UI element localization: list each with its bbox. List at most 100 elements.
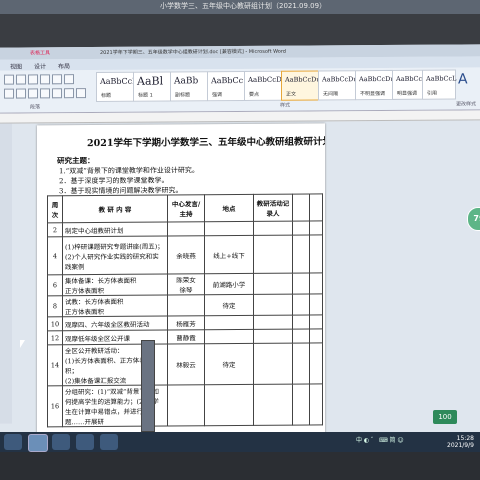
cell-recorder — [253, 315, 293, 330]
cell-place: 待定 — [204, 343, 254, 385]
style-name: 副标题 — [175, 92, 191, 99]
header-recorder: 教研活动记录人 — [253, 194, 293, 222]
align-left-icon[interactable] — [4, 88, 14, 99]
clock-date: 2021/9/9 — [447, 442, 474, 449]
cell-week: 14 — [47, 344, 63, 386]
document-page[interactable]: 2021学年下学期小学数学三、五年级中心教研组教研计划 研究主题： 1.“双减”… — [37, 123, 325, 446]
cell-extra — [309, 328, 323, 344]
justify-icon[interactable] — [40, 88, 50, 99]
cell-week: 6 — [47, 274, 63, 296]
horizontal-ruler — [0, 110, 480, 124]
screen: 小学数学三、五年级中心教研组计划（2021.09.09） 表格工具 2021学年… — [0, 0, 480, 480]
style-subtle-emphasis[interactable]: AaBbCcDu 不明显强调 — [355, 69, 395, 101]
system-tray[interactable]: 中 ◐ ゛ ⌨ 简 ☺ — [356, 435, 404, 444]
decrease-indent-icon[interactable] — [40, 74, 50, 85]
taskbar-browser-icon[interactable] — [52, 434, 70, 450]
style-sample: AaBbCcL — [426, 74, 457, 83]
cell-recorder — [253, 273, 293, 295]
cell-extra — [292, 294, 310, 316]
clock: 15:28 2021/9/9 — [447, 435, 474, 449]
style-name: 正文 — [286, 91, 297, 98]
style-strong[interactable]: AaBbCcD 要点 — [244, 70, 282, 101]
style-sample: AaBl — [137, 74, 164, 88]
cell-recorder — [253, 384, 293, 426]
sort-icon[interactable] — [64, 74, 74, 85]
cell-place — [204, 384, 254, 426]
cell-content: 集体备课：长方体表面积 正方体表面积 — [62, 274, 168, 296]
style-normal[interactable]: AaBbCcDu 正文 — [281, 70, 321, 101]
numbering-icon[interactable] — [16, 74, 26, 85]
cell-week: 12 — [47, 330, 63, 345]
cell-place: 待定 — [204, 294, 254, 316]
style-name: 要点 — [249, 91, 260, 98]
start-button-icon[interactable] — [4, 434, 22, 450]
shading-icon[interactable] — [64, 88, 74, 99]
style-name: 不明显强调 — [360, 90, 386, 98]
plan-table[interactable]: 周次 教 研 内 容 中心发言/主持 地点 教研活动记录人 2 制定中心组教研计… — [47, 193, 323, 427]
cell-recorder — [253, 294, 293, 316]
style-sample: AaBbCcDu — [285, 75, 321, 84]
paragraph-group-label: 段落 — [30, 104, 41, 111]
taskbar-app-icon[interactable] — [100, 434, 118, 450]
cell-extra — [292, 384, 310, 426]
word-window: 表格工具 2021学年下学期三、五年级数学中心组教研计划.doc [兼容模式] … — [0, 44, 480, 480]
ribbon: 段落 AaBbCcI 标题 AaBl 标题 1 AaBb 副标题 AaBbCc 强调 A… — [0, 67, 480, 114]
taskbar: 中 ◐ ゛ ⌨ 简 ☺ 15:28 2021/9/9 — [0, 432, 480, 452]
floating-counter-badge[interactable]: 79 — [467, 207, 480, 231]
tab-view[interactable]: 视图 — [10, 62, 22, 71]
header-host: 中心发言/主持 — [167, 194, 205, 223]
cell-host: 杨雁芳 — [167, 315, 205, 331]
cell-extra — [309, 272, 323, 295]
line-spacing-icon[interactable] — [52, 88, 62, 99]
tab-design[interactable]: 设计 — [34, 61, 46, 70]
cell-extra — [292, 329, 310, 344]
zoom-badge: 100 — [433, 410, 457, 424]
cell-place — [204, 221, 254, 236]
borders-icon[interactable] — [76, 88, 86, 99]
cell-host — [167, 294, 205, 317]
style-quote[interactable]: AaBbCcL 引用 — [422, 69, 457, 100]
increase-indent-icon[interactable] — [52, 74, 62, 85]
cell-host: 曹静霞 — [167, 329, 205, 345]
style-sample: AaBbCcDu — [359, 74, 395, 84]
taskbar-word-icon[interactable] — [28, 434, 48, 452]
table-row: 6 集体备课：长方体表面积 正方体表面积 陈荣女 徐琴 前湖路小学 — [47, 272, 323, 296]
video-title-bar: 小学数学三、五年级中心教研组计划（2021.09.09） — [0, 0, 480, 14]
cell-host — [167, 384, 205, 427]
cell-recorder — [253, 221, 293, 236]
table-row: 8 试教：长方体表面积 正方体表面积 待定 — [47, 293, 323, 317]
clock-time: 15:28 — [456, 435, 474, 442]
tab-layout[interactable]: 布局 — [58, 61, 70, 70]
bullets-icon[interactable] — [4, 74, 14, 85]
style-no-spacing[interactable]: AaBbCcDu 无间隔 — [318, 70, 358, 101]
cell-extra — [292, 315, 310, 330]
cell-content: 观摩四、六年级全区教研活动 — [62, 316, 168, 331]
document-title: 2021学年下学期小学数学三、五年级中心教研组教研计划 — [87, 136, 325, 150]
cell-extra — [309, 383, 323, 426]
taskbar-folder-icon[interactable] — [76, 434, 94, 450]
style-title[interactable]: AaBbCcI 标题 — [96, 71, 135, 103]
table-row: 14 全区公开教研活动： (1)长方体表面积、正方体表面积； (2)集体备课汇报… — [47, 342, 323, 386]
cell-host: 陈荣女 徐琴 — [167, 273, 205, 296]
popup-scroll-handle[interactable] — [141, 340, 155, 432]
style-sample: AaBbCc — [211, 75, 244, 86]
styles-group-label: 样式 — [280, 102, 291, 109]
cell-host: 林毅云 — [167, 343, 205, 386]
multilevel-list-icon[interactable] — [28, 74, 38, 85]
cell-extra — [292, 343, 310, 385]
align-right-icon[interactable] — [28, 88, 38, 99]
table-row: 4 (1)梓研课题研究专题讲座(周五)； (2)个人研究作业实践的研究和实践案例… — [47, 234, 323, 275]
research-topic-heading: 研究主题： — [57, 156, 95, 166]
cell-place: 前湖路小学 — [204, 273, 254, 295]
cell-extra — [309, 293, 323, 316]
style-heading-1[interactable]: AaBl 标题 1 — [133, 71, 171, 102]
cell-week: 16 — [47, 385, 63, 427]
change-styles-label: 更改样式 — [456, 101, 477, 108]
cell-place — [204, 329, 254, 344]
cell-recorder — [253, 235, 293, 274]
style-emphasis[interactable]: AaBbCc 强调 — [207, 70, 245, 102]
topic-item: 1.“双减”背景下的课堂教学和作业设计研究。 — [59, 166, 199, 176]
style-subtitle[interactable]: AaBb 副标题 — [170, 71, 208, 102]
change-styles-icon[interactable]: A — [458, 71, 468, 87]
align-center-icon[interactable] — [16, 88, 26, 99]
